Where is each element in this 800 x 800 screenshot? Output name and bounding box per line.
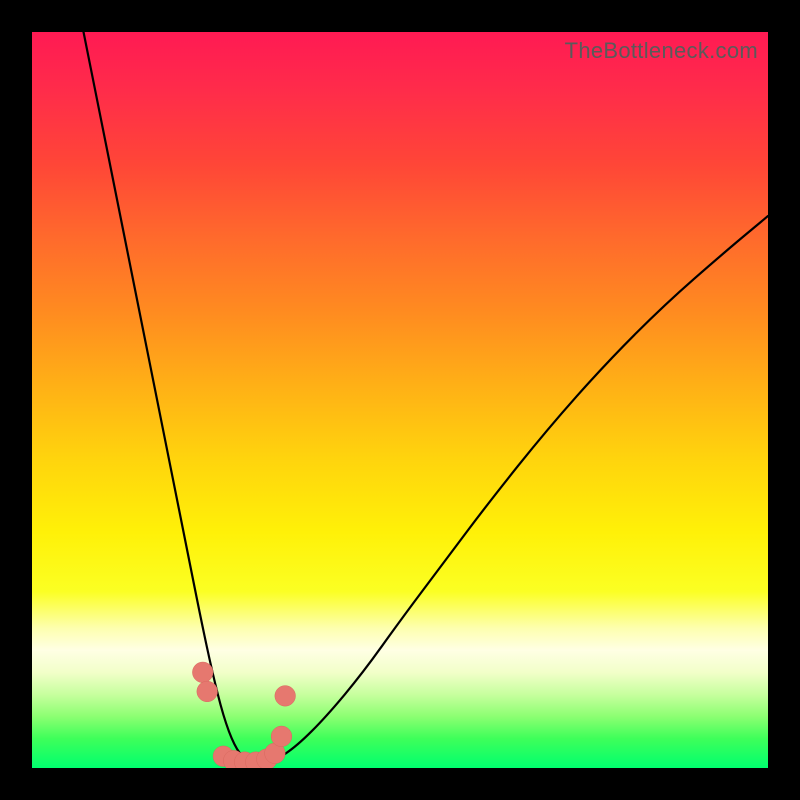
marker-point [192, 662, 213, 683]
marker-point [271, 726, 292, 747]
outer-frame: TheBottleneck.com [0, 0, 800, 800]
marker-group [192, 662, 295, 768]
plot-area: TheBottleneck.com [32, 32, 768, 768]
curve-left-segment [84, 32, 257, 764]
marker-point [275, 686, 296, 707]
marker-point [197, 681, 218, 702]
chart-svg [32, 32, 768, 768]
curve-right-segment [256, 216, 768, 764]
